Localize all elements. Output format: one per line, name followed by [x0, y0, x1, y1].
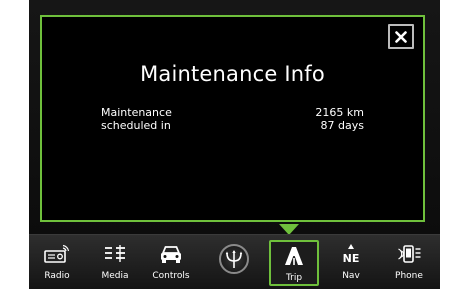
nav-radio-label: Radio — [44, 271, 70, 281]
close-button[interactable] — [388, 24, 414, 49]
nav-controls-label: Controls — [152, 271, 190, 281]
maintenance-info-popup: Maintenance Info Maintenance scheduled i… — [40, 15, 425, 222]
nav-trip-label: Trip — [285, 273, 303, 283]
maintenance-value: 2165 km 87 days — [315, 106, 364, 132]
phone-icon — [396, 242, 422, 266]
trident-logo-icon — [219, 244, 249, 274]
nav-media[interactable]: Media — [90, 240, 140, 286]
bottom-nav-bar: Radio Media Controls Trip NE Nav Phone — [29, 234, 440, 289]
maintenance-days: 87 days — [320, 119, 364, 132]
stage: Maintenance Info Maintenance scheduled i… — [0, 0, 449, 289]
car-icon — [159, 242, 183, 266]
nav-nav[interactable]: NE Nav — [326, 240, 376, 286]
media-icon — [104, 242, 126, 266]
maintenance-label: Maintenance scheduled in — [101, 106, 172, 132]
nav-phone-label: Phone — [395, 271, 423, 281]
nav-nav-label: Nav — [342, 271, 360, 281]
nav-radio[interactable]: Radio — [32, 240, 82, 286]
compass-icon: NE — [340, 242, 362, 266]
nav-media-label: Media — [101, 271, 129, 281]
maintenance-label-line2: scheduled in — [101, 119, 171, 132]
close-icon — [395, 30, 407, 43]
nav-phone[interactable]: Phone — [384, 240, 434, 286]
nav-home-logo[interactable] — [209, 240, 259, 286]
road-icon — [281, 244, 307, 268]
compass-heading: NE — [343, 252, 360, 265]
popup-title: Maintenance Info — [140, 62, 325, 86]
maintenance-label-line1: Maintenance — [101, 106, 172, 119]
radio-icon — [44, 242, 70, 266]
nav-controls[interactable]: Controls — [146, 240, 196, 286]
nav-trip[interactable]: Trip — [269, 240, 319, 286]
maintenance-distance: 2165 km — [315, 106, 364, 119]
